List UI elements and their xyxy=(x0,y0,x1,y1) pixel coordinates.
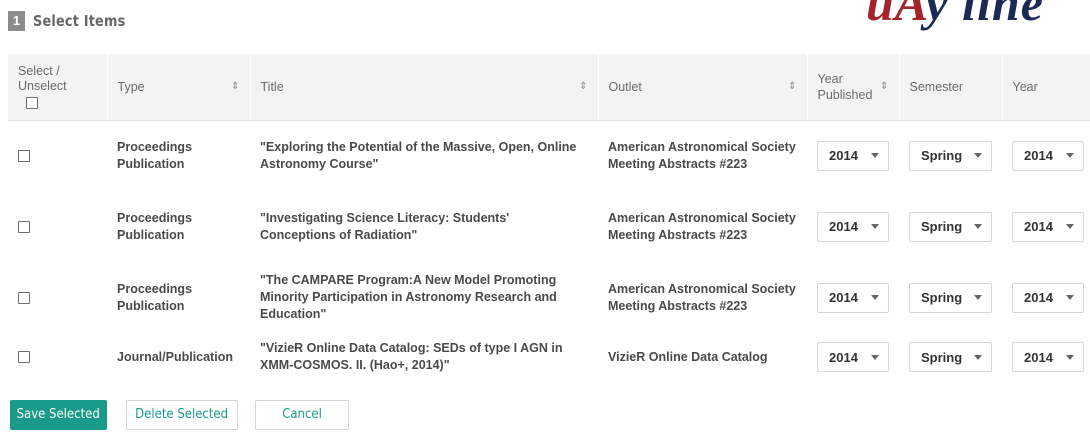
chevron-down-icon xyxy=(974,224,982,229)
delete-selected-button[interactable]: Delete Selected xyxy=(126,400,238,430)
semester-value: Spring xyxy=(921,290,963,305)
year-select[interactable]: 2014 xyxy=(1012,140,1084,171)
semester-select[interactable]: Spring xyxy=(909,140,992,171)
semester-select[interactable]: Spring xyxy=(909,211,992,242)
row-select-checkbox[interactable] xyxy=(18,351,30,364)
table-row: Journal/Publication "VizieR Online Data … xyxy=(8,333,1090,381)
chevron-down-icon xyxy=(1066,224,1074,229)
save-selected-label: Save Selected xyxy=(16,407,101,422)
chevron-down-icon xyxy=(871,354,879,360)
sort-updown-icon[interactable]: ⇕ xyxy=(579,81,587,92)
col-header-year-published[interactable]: Year Published ⇕ xyxy=(806,54,899,121)
cancel-label: Cancel xyxy=(282,407,322,422)
row-type: Proceedings Publication xyxy=(117,139,193,171)
select-all-checkbox[interactable] xyxy=(26,96,38,109)
semester-value: Spring xyxy=(921,148,963,164)
step-number-badge: 1 xyxy=(8,11,25,31)
year-published-select[interactable]: 2014 xyxy=(817,342,889,372)
row-outlet: American Astronomical Society Meeting Ab… xyxy=(608,281,796,313)
delete-selected-label: Delete Selected xyxy=(135,407,229,422)
step-header: 1 Select Items xyxy=(8,11,140,31)
col-header-title-label: Title xyxy=(260,79,284,94)
col-header-semester-label: Semester xyxy=(909,79,964,94)
step-title: Select Items xyxy=(33,12,126,30)
row-title: "The CAMPARE Program:A New Model Promoti… xyxy=(260,273,557,321)
row-type: Proceedings Publication xyxy=(117,210,193,242)
table-row: Proceedings Publication "Exploring the P… xyxy=(8,120,1090,191)
col-header-select: Select / Unselect xyxy=(8,54,107,121)
chevron-down-icon xyxy=(1066,153,1074,159)
row-type: Journal/Publication xyxy=(117,349,233,364)
cancel-button[interactable]: Cancel xyxy=(255,400,349,430)
save-selected-button[interactable]: Save Selected xyxy=(10,400,107,430)
table-header-row: Select / Unselect Type ⇕ Title ⇕ Outlet ⇕ Y… xyxy=(8,54,1090,121)
row-select-checkbox[interactable] xyxy=(18,220,30,233)
col-header-title[interactable]: Title ⇕ xyxy=(249,54,598,121)
chevron-down-icon xyxy=(1066,295,1074,300)
table-row: Proceedings Publication "Investigating S… xyxy=(8,191,1090,262)
row-title: "Exploring the Potential of the Massive,… xyxy=(260,139,577,171)
select-unselect-label: Select / Unselect xyxy=(18,64,67,94)
sort-updown-icon[interactable]: ⇕ xyxy=(788,81,796,92)
semester-value: Spring xyxy=(921,349,963,365)
semester-select[interactable]: Spring xyxy=(909,342,992,372)
year-published-value: 2014 xyxy=(829,349,858,365)
row-outlet: VizieR Online Data Catalog xyxy=(608,349,768,364)
semester-value: Spring xyxy=(921,219,963,234)
row-select-checkbox[interactable] xyxy=(18,291,30,304)
col-header-type[interactable]: Type ⇕ xyxy=(106,54,250,121)
year-published-select[interactable]: 2014 xyxy=(817,211,889,242)
year-published-value: 2014 xyxy=(829,219,858,234)
semester-select[interactable]: Spring xyxy=(909,282,992,313)
year-value: 2014 xyxy=(1024,349,1053,365)
year-published-select[interactable]: 2014 xyxy=(817,140,889,171)
row-outlet: American Astronomical Society Meeting Ab… xyxy=(608,210,796,242)
col-header-outlet[interactable]: Outlet ⇕ xyxy=(597,54,807,121)
col-header-semester: Semester xyxy=(898,54,1002,121)
sort-updown-icon[interactable]: ⇕ xyxy=(231,81,239,92)
row-select-checkbox[interactable] xyxy=(18,149,30,162)
row-outlet: American Astronomical Society Meeting Ab… xyxy=(608,139,796,171)
chevron-down-icon xyxy=(1066,354,1074,360)
year-published-select[interactable]: 2014 xyxy=(817,282,889,313)
year-value: 2014 xyxy=(1024,219,1053,234)
select-items-page: 1 Select Items uAy line Select / Unselec… xyxy=(0,0,1090,445)
year-select[interactable]: 2014 xyxy=(1012,211,1084,242)
chevron-down-icon xyxy=(871,153,879,159)
table-row: Proceedings Publication "The CAMPARE Pro… xyxy=(8,262,1090,333)
year-published-value: 2014 xyxy=(829,148,858,164)
row-title: "Investigating Science Literacy: Student… xyxy=(260,210,510,242)
chevron-down-icon xyxy=(974,354,982,360)
col-header-type-label: Type xyxy=(117,79,145,94)
col-header-year: Year xyxy=(1001,54,1090,121)
chevron-down-icon xyxy=(871,224,879,229)
year-published-value: 2014 xyxy=(829,290,858,305)
row-title: "VizieR Online Data Catalog: SEDs of typ… xyxy=(260,341,563,372)
brand-logo: uAy line xyxy=(866,0,1044,28)
year-value: 2014 xyxy=(1024,290,1053,305)
year-value: 2014 xyxy=(1024,148,1053,164)
sort-updown-icon[interactable]: ⇕ xyxy=(880,81,888,92)
chevron-down-icon xyxy=(974,295,982,300)
col-header-outlet-label: Outlet xyxy=(608,79,642,94)
items-table: Select / Unselect Type ⇕ Title ⇕ Outlet ⇕ Y… xyxy=(8,54,1090,381)
year-select[interactable]: 2014 xyxy=(1012,282,1084,313)
brand-logo-part-1: uA xyxy=(866,0,926,31)
col-header-year-label: Year xyxy=(1012,79,1038,94)
row-type: Proceedings Publication xyxy=(117,281,193,313)
col-header-year-published-label: Year Published xyxy=(817,71,873,102)
chevron-down-icon xyxy=(974,153,982,159)
chevron-down-icon xyxy=(871,295,879,300)
brand-logo-part-2: y line xyxy=(925,0,1044,31)
year-select[interactable]: 2014 xyxy=(1012,342,1084,372)
